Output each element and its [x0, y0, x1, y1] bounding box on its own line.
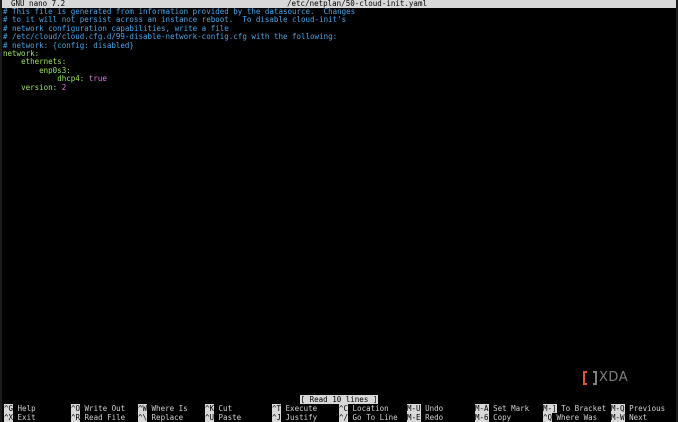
shortcut-label: Replace	[151, 412, 184, 422]
shortcut-key: ^Q	[543, 412, 553, 422]
yaml-value: 2	[61, 82, 67, 92]
shortcut-read-file[interactable]: ^R Read File	[71, 412, 126, 422]
editor-line[interactable]: # network: {config: disabled}	[3, 41, 676, 50]
shortcut-key: ^J	[272, 412, 282, 422]
editor-line[interactable]: dhcp4: true	[3, 74, 676, 84]
shortcut-copy[interactable]: M-6 Copy	[475, 412, 512, 422]
yaml-separator: :	[52, 82, 62, 92]
shortcut-go-to-line[interactable]: ^/ Go To Line	[339, 412, 398, 422]
shortcut-key: ^\	[138, 412, 148, 422]
shortcut-redo[interactable]: M-E Redo	[407, 412, 444, 422]
shortcut-key: M-6	[475, 412, 489, 422]
xda-watermark: XDA	[583, 371, 628, 385]
shortcut-label: Justify	[285, 412, 318, 422]
shortcut-exit[interactable]: ^X Exit	[4, 412, 36, 422]
shortcut-key: ^W	[138, 404, 148, 413]
shortcut-key: M-U	[407, 404, 421, 413]
shortcut-key: ^C	[339, 404, 349, 413]
shortcut-key: ^X	[4, 412, 14, 422]
shortcut-label: Redo	[425, 412, 444, 422]
shortcut-replace[interactable]: ^\ Replace	[138, 412, 184, 422]
editor-line[interactable]: network:	[3, 49, 676, 58]
editor-line[interactable]: ethernets:	[3, 58, 676, 66]
editor-line[interactable]: version: 2	[3, 82, 676, 92]
shortcut-label: Where Was	[556, 412, 598, 422]
shortcut-label: Go To Line	[352, 412, 398, 422]
shortcut-next[interactable]: M-W Next	[611, 412, 648, 422]
shortcut-key: ^O	[71, 404, 81, 413]
shortcut-label: Exit	[17, 412, 36, 422]
shortcut-key: M-Q	[611, 404, 625, 413]
yaml-separator: :	[79, 74, 89, 84]
shortcut-paste[interactable]: ^U Paste	[205, 412, 242, 422]
yaml-value: true	[88, 74, 107, 84]
shortcut-key: M-A	[475, 404, 489, 413]
shortcut-key: M-E	[407, 412, 421, 422]
yaml-key: version	[21, 82, 53, 92]
shortcut-key: ^G	[4, 404, 14, 413]
status-message: [ Read 10 lines ]	[299, 395, 379, 404]
shortcut-bar: ^G Help ^X Exit ^O Write Out ^R Read File ^W…	[2, 404, 676, 422]
shortcut-key: ^U	[205, 412, 215, 422]
xda-logo-text: XDA	[599, 370, 629, 385]
shortcut-key: M-W	[611, 412, 625, 422]
shortcut-key: ^T	[272, 404, 282, 413]
xda-logo-icon	[583, 371, 597, 385]
editor-buffer[interactable]: # This file is generated from informatio…	[3, 7, 676, 92]
shortcut-key: ^R	[71, 412, 81, 422]
shortcut-label: Read File	[84, 412, 126, 422]
shortcut-where-was[interactable]: ^Q Where Was	[543, 412, 598, 422]
shortcut-label: Next	[629, 412, 648, 422]
status-line: [ Read 10 lines ]	[0, 395, 678, 404]
shortcut-label: Paste	[218, 412, 242, 422]
shortcut-key: ^K	[205, 404, 215, 413]
shortcut-key: ^/	[339, 412, 349, 422]
shortcut-label: Copy	[493, 412, 512, 422]
shortcut-justify[interactable]: ^J Justify	[272, 412, 318, 422]
